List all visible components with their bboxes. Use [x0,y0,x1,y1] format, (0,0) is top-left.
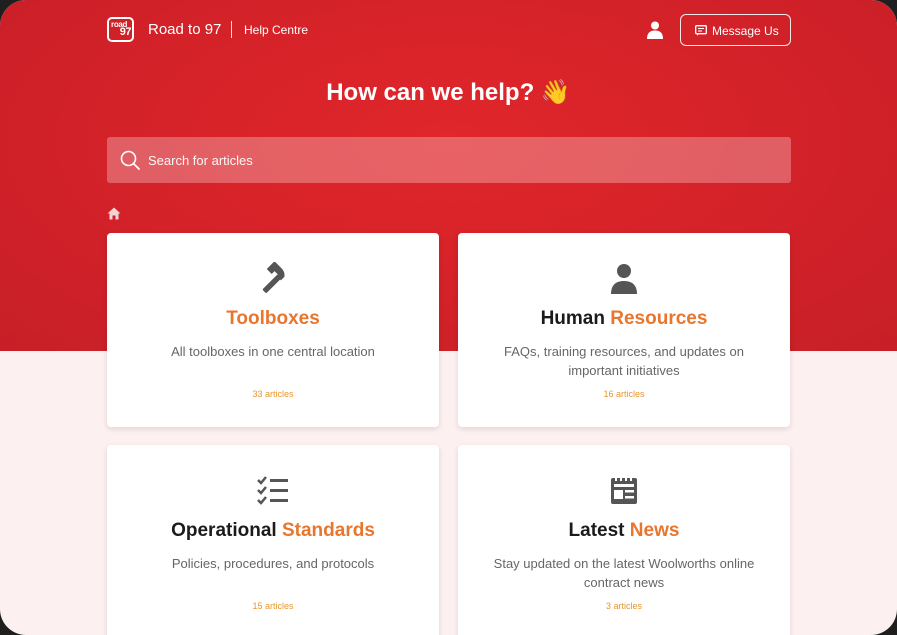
card-title: Human Resources [458,308,790,330]
top-navigation: road 97 Road to 97 Help Centre Message U… [107,14,791,46]
person-icon [611,264,637,294]
user-account-icon[interactable] [647,21,663,39]
category-card-human-resources[interactable]: Human Resources FAQs, training resources… [458,233,790,427]
card-title: Toolboxes [107,308,439,330]
card-title: Operational Standards [107,520,439,542]
category-card-latest-news[interactable]: Latest News Stay updated on the latest W… [458,445,790,635]
article-count: 33 articles [252,389,294,399]
card-title-accent: Toolboxes [226,308,320,329]
card-title-accent: News [629,520,680,541]
card-title-main: Latest [568,520,630,541]
home-breadcrumb-icon[interactable] [107,207,121,220]
message-us-label: Message Us [712,24,779,38]
search-bar[interactable] [107,137,791,183]
card-title-accent: Standards [281,520,375,541]
article-count: 16 articles [603,389,645,399]
brand-name[interactable]: Road to 97 [148,21,221,38]
category-card-operational-standards[interactable]: Operational Standards Policies, procedur… [107,445,439,635]
help-centre-label[interactable]: Help Centre [244,23,308,37]
search-input[interactable] [148,137,778,183]
article-count: 3 articles [605,601,642,611]
search-icon [120,150,140,170]
road-to-97-logo[interactable]: road 97 [107,17,134,42]
hammer-icon [262,262,285,293]
card-title-accent: Resources [610,308,708,329]
page-headline: How can we help? 👋 [326,79,571,106]
category-card-toolboxes[interactable]: Toolboxes All toolboxes in one central l… [107,233,439,427]
card-title-main: Operational [171,520,282,541]
help-centre-page: road 97 Road to 97 Help Centre Message U… [0,0,897,635]
card-title: Latest News [458,520,790,542]
message-us-button[interactable]: Message Us [680,14,791,46]
checklist-icon [257,476,288,505]
brand-divider [231,21,232,38]
card-title-main: Human [540,308,611,329]
newspaper-icon [611,478,637,504]
card-description: Policies, procedures, and protocols [171,556,375,571]
message-icon [695,25,707,36]
logo-text-97: 97 [119,26,132,38]
article-count: 15 articles [252,601,294,611]
card-description: Stay updated on the latest Woolworths on… [493,556,755,590]
card-description: All toolboxes in one central location [171,344,375,359]
card-description: FAQs, training resources, and updates on… [504,344,744,378]
